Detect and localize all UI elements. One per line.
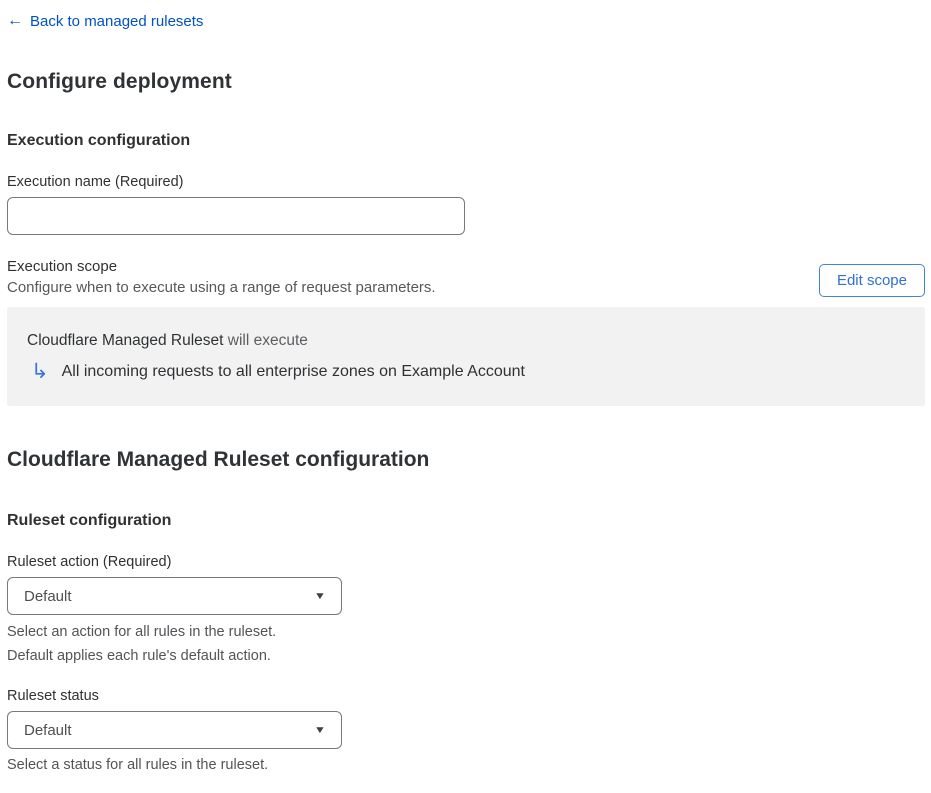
ruleset-action-label: Ruleset action (Required) xyxy=(7,554,172,570)
execution-scope-row: Execution scope Configure when to execut… xyxy=(7,258,925,297)
ruleset-status-select[interactable]: Default ▼ xyxy=(7,711,342,749)
back-link-label: Back to managed rulesets xyxy=(30,12,204,30)
ruleset-status-help: Select a status for all rules in the rul… xyxy=(7,757,269,773)
scope-detail-text: All incoming requests to all enterprise … xyxy=(61,362,525,380)
ruleset-action-selected-value: Default xyxy=(24,587,72,605)
back-arrow-icon: ← xyxy=(7,12,23,29)
ruleset-configuration-page-heading: Cloudflare Managed Ruleset configuration xyxy=(7,448,430,471)
indent-arrow-icon: ↳ xyxy=(31,360,49,383)
scope-summary-line: Cloudflare Managed Ruleset will execute xyxy=(27,332,905,350)
will-execute-text: will execute xyxy=(223,332,308,349)
back-to-managed-rulesets-link[interactable]: ← Back to managed rulesets xyxy=(7,13,203,30)
caret-down-icon: ▼ xyxy=(313,724,327,736)
scope-summary-panel: Cloudflare Managed Ruleset will execute … xyxy=(7,307,925,406)
execution-scope-label: Execution scope xyxy=(7,258,118,275)
scope-detail-line: ↳ All incoming requests to all enterpris… xyxy=(27,361,905,382)
ruleset-status-label: Ruleset status xyxy=(7,688,99,704)
execution-name-label: Execution name (Required) xyxy=(7,174,184,190)
ruleset-configuration-subheading: Ruleset configuration xyxy=(7,512,172,529)
execution-name-input[interactable] xyxy=(7,197,465,235)
ruleset-action-help-line2: Default applies each rule's default acti… xyxy=(7,648,271,664)
ruleset-action-select[interactable]: Default ▼ xyxy=(7,577,342,615)
configure-deployment-page: ← Back to managed rulesets Configure dep… xyxy=(0,0,931,777)
execution-scope-text-block: Execution scope Configure when to execut… xyxy=(7,258,436,296)
edit-scope-button[interactable]: Edit scope xyxy=(818,264,925,297)
ruleset-name: Cloudflare Managed Ruleset xyxy=(27,332,224,349)
ruleset-action-help-line1: Select an action for all rules in the ru… xyxy=(7,624,277,640)
execution-scope-description: Configure when to execute using a range … xyxy=(7,279,436,296)
page-title: Configure deployment xyxy=(7,70,232,93)
caret-down-icon: ▼ xyxy=(313,590,327,602)
execution-configuration-heading: Execution configuration xyxy=(7,132,191,149)
ruleset-action-help: Select an action for all rules in the ru… xyxy=(7,620,925,668)
ruleset-status-selected-value: Default xyxy=(24,721,72,739)
